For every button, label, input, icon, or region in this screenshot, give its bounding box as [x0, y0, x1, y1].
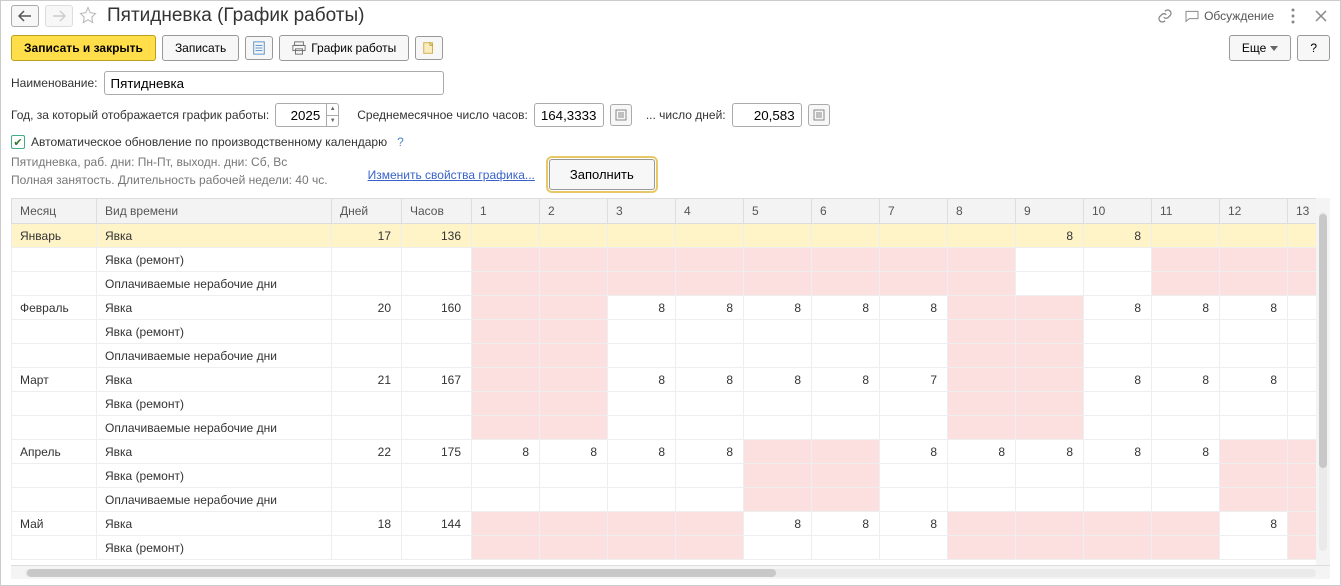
table-row[interactable]: Оплачиваемые нерабочие дни — [12, 272, 1331, 296]
year-input[interactable] — [275, 103, 327, 127]
avg-days-value[interactable] — [732, 103, 802, 127]
col-header-day[interactable]: 11 — [1152, 199, 1220, 224]
table-row[interactable]: ФевральЯвка20160888888888 — [12, 296, 1331, 320]
col-header-day[interactable]: 8 — [948, 199, 1016, 224]
schedule-info: Пятидневка, раб. дни: Пн-Пт, выходн. дни… — [11, 153, 328, 189]
col-header-day[interactable]: 7 — [880, 199, 948, 224]
calc-days-button[interactable] — [808, 104, 830, 126]
table-row[interactable]: Оплачиваемые нерабочие дни — [12, 416, 1331, 440]
table-row[interactable]: МайЯвка181448888 — [12, 512, 1331, 536]
page-title: Пятидневка (График работы) — [107, 5, 364, 27]
table-row[interactable]: Оплачиваемые нерабочие дни — [12, 344, 1331, 368]
nav-back-button[interactable] — [11, 5, 39, 27]
name-label: Наименование: — [11, 76, 98, 90]
avg-days-label: ... число дней: — [646, 108, 726, 122]
schedule-table[interactable]: МесяцВид времениДнейЧасов123456789101112… — [11, 198, 1330, 560]
year-label: Год, за который отображается график рабо… — [11, 108, 269, 122]
table-row[interactable]: Явка (ремонт) — [12, 248, 1331, 272]
auto-update-label: Автоматическое обновление по производств… — [31, 135, 387, 149]
print-schedule-button[interactable]: График работы — [279, 35, 409, 61]
avg-hours-label: Среднемесячное число часов: — [357, 108, 528, 122]
more-button[interactable]: Еще — [1229, 35, 1291, 61]
help-button[interactable]: ? — [1297, 35, 1330, 61]
print-schedule-label: График работы — [311, 41, 396, 55]
col-header-month[interactable]: Месяц — [12, 199, 97, 224]
col-header-day[interactable]: 5 — [744, 199, 812, 224]
favorite-star-icon[interactable] — [79, 6, 97, 27]
col-header-day[interactable]: 1 — [472, 199, 540, 224]
name-input[interactable] — [104, 71, 444, 95]
menu-dots-icon[interactable] — [1284, 7, 1302, 25]
table-row[interactable]: Явка (ремонт) — [12, 320, 1331, 344]
fill-button[interactable]: Заполнить — [549, 159, 655, 190]
table-row[interactable]: Явка (ремонт) — [12, 536, 1331, 560]
table-row[interactable]: Оплачиваемые нерабочие дни — [12, 488, 1331, 512]
save-close-button[interactable]: Записать и закрыть — [11, 35, 156, 61]
more-label: Еще — [1242, 41, 1266, 55]
col-header-day[interactable]: 10 — [1084, 199, 1152, 224]
year-spinner[interactable]: ▲▼ — [327, 103, 339, 127]
table-row[interactable]: ЯнварьЯвка1713688 — [12, 224, 1331, 248]
discuss-label: Обсуждение — [1204, 9, 1274, 23]
col-header-day[interactable]: 3 — [608, 199, 676, 224]
avg-hours-value[interactable] — [534, 103, 604, 127]
col-header-day[interactable]: 12 — [1220, 199, 1288, 224]
col-header-day[interactable]: 6 — [812, 199, 880, 224]
change-properties-link[interactable]: Изменить свойства графика... — [368, 168, 535, 182]
table-row[interactable]: МартЯвка21167888878888 — [12, 368, 1331, 392]
col-header-type[interactable]: Вид времени — [97, 199, 332, 224]
link-icon[interactable] — [1156, 7, 1174, 25]
discuss-button[interactable]: Обсуждение — [1184, 8, 1274, 24]
list-button[interactable] — [245, 36, 273, 60]
calc-hours-button[interactable] — [610, 104, 632, 126]
horizontal-scrollbar[interactable] — [11, 565, 1330, 579]
attachment-button[interactable] — [415, 36, 443, 60]
nav-forward-button[interactable] — [45, 5, 73, 27]
col-header-hours[interactable]: Часов — [402, 199, 472, 224]
close-icon[interactable] — [1312, 7, 1330, 25]
save-button[interactable]: Записать — [162, 35, 239, 61]
table-row[interactable]: АпрельЯвка22175888888888 — [12, 440, 1331, 464]
col-header-day[interactable]: 9 — [1016, 199, 1084, 224]
table-row[interactable]: Явка (ремонт) — [12, 464, 1331, 488]
col-header-day[interactable]: 2 — [540, 199, 608, 224]
table-row[interactable]: Явка (ремонт) — [12, 392, 1331, 416]
help-link[interactable]: ? — [397, 135, 404, 149]
col-header-days[interactable]: Дней — [332, 199, 402, 224]
vertical-scrollbar[interactable] — [1316, 198, 1330, 565]
col-header-day[interactable]: 4 — [676, 199, 744, 224]
auto-update-checkbox[interactable]: ✔ — [11, 135, 25, 149]
